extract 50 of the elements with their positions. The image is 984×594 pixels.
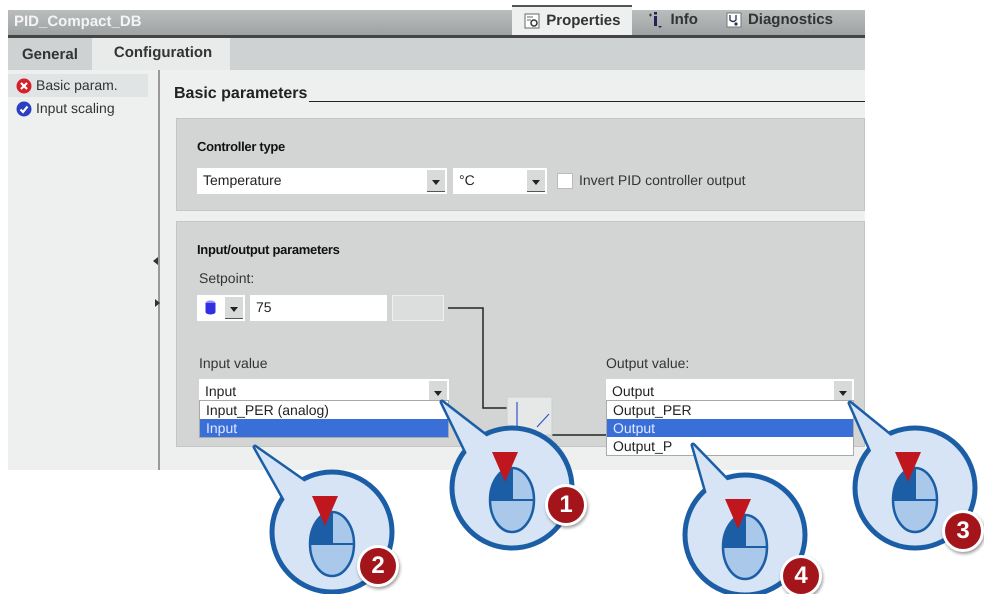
properties-icon [524, 12, 540, 29]
sidebar-item[interactable]: Input scaling [8, 97, 148, 120]
setpoint-field[interactable]: 75 [250, 294, 387, 320]
caret-icon [839, 390, 847, 396]
source-dropdown[interactable] [197, 294, 245, 320]
dropdown-option[interactable]: Output [607, 418, 853, 436]
caret-icon [432, 180, 440, 184]
window-title: PID_Compact_DB [14, 12, 142, 32]
checkmark-icon [16, 100, 32, 116]
number-badge: 3 [942, 510, 984, 552]
caret-icon [230, 306, 238, 312]
sidebar-item[interactable]: Basic param. [8, 74, 148, 97]
mouse-icon [892, 452, 938, 534]
dropdown-option[interactable]: Output_P [607, 436, 853, 454]
dropdown-option[interactable]: Input [200, 418, 448, 436]
inspector-tab[interactable]: Properties [512, 4, 632, 35]
tab[interactable]: Configuration [92, 38, 230, 70]
checkbox[interactable] [557, 172, 573, 188]
dropdown-button[interactable] [527, 170, 545, 192]
inspector-tab[interactable]: Diagnostics [714, 4, 845, 35]
dropdown-button[interactable] [427, 170, 445, 192]
diagnostics-icon [726, 12, 742, 28]
section-heading: Controller type [197, 138, 286, 156]
field-label: Output value: [606, 354, 690, 373]
section-heading: Input/output parameters [197, 241, 341, 259]
checkbox-label: Invert PID controller output [579, 171, 746, 190]
mouse-icon [722, 499, 768, 580]
inspector-tab[interactable]: Info [636, 4, 710, 35]
error-icon [16, 78, 32, 94]
number-badge: 4 [780, 555, 822, 594]
field-label: Input value [199, 354, 268, 373]
field-label: Setpoint: [199, 268, 256, 288]
collapse-arrow-icon[interactable] [153, 257, 158, 265]
info-icon [648, 12, 664, 28]
section-title: Basic parameters [174, 84, 308, 104]
mouse-icon [488, 452, 536, 534]
database-icon [205, 300, 216, 315]
controller-type-dropdown[interactable]: Temperature [197, 168, 447, 194]
dropdown-button[interactable] [225, 296, 243, 318]
dropdown-button[interactable] [429, 380, 447, 402]
expand-arrow-icon[interactable] [155, 299, 160, 307]
caret-icon [434, 390, 442, 396]
unit-dropdown[interactable]: °C [453, 168, 547, 194]
caret-icon [532, 180, 540, 184]
number-badge: 1 [545, 484, 587, 526]
connector-line [552, 434, 607, 436]
disabled-field [392, 294, 444, 320]
dropdown-button[interactable] [834, 380, 852, 402]
tab[interactable]: General [8, 40, 92, 70]
mouse-icon [308, 496, 356, 578]
